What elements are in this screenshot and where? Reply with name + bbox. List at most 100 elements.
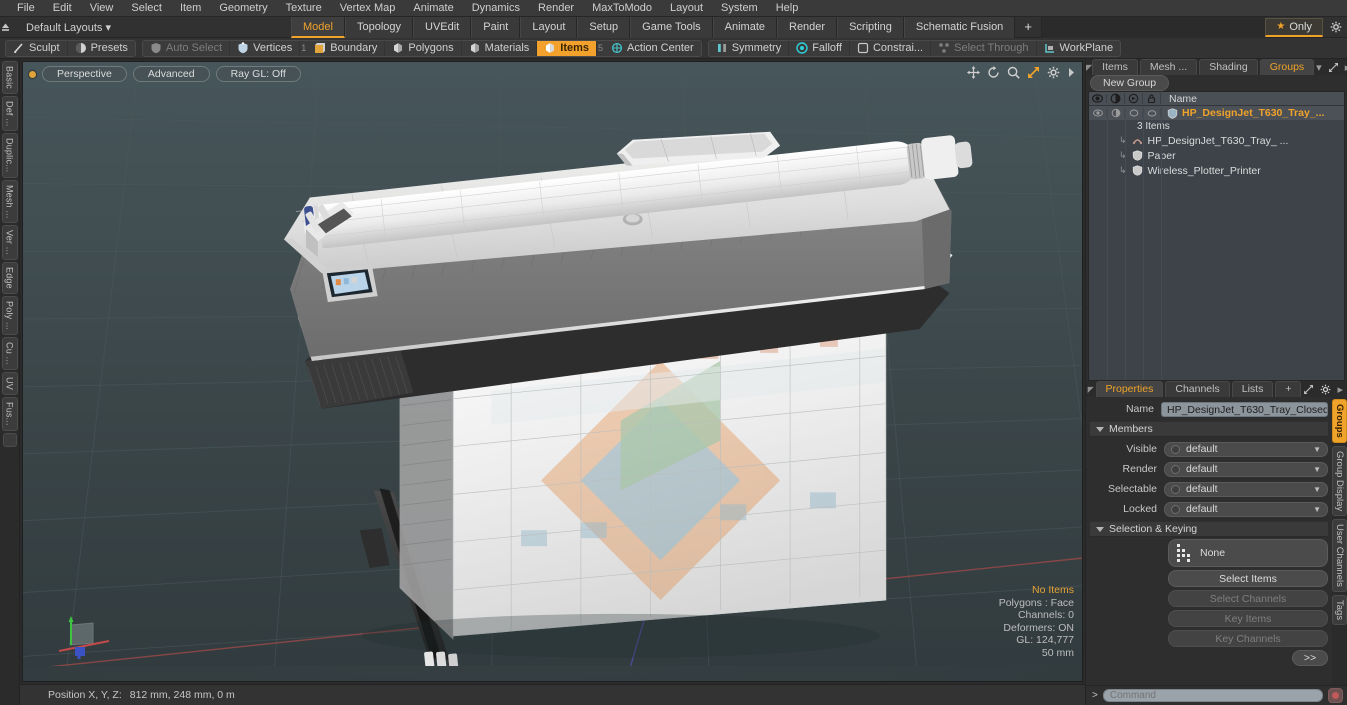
move-icon[interactable] xyxy=(967,66,980,79)
layout-tab-render[interactable]: Render xyxy=(777,16,838,38)
zoom-icon[interactable] xyxy=(1007,66,1020,79)
action-center-button[interactable]: Action Center xyxy=(604,41,701,56)
left-tab-basic[interactable]: Basic xyxy=(1,61,18,95)
render-dropdown[interactable]: default ▼ xyxy=(1164,461,1328,477)
boundary-button[interactable]: Boundary xyxy=(307,40,386,56)
tab-items[interactable]: Items xyxy=(1092,59,1138,75)
tab-properties[interactable]: Properties xyxy=(1095,381,1164,397)
render-icon[interactable] xyxy=(1107,93,1125,104)
layout-tab-game-tools[interactable]: Game Tools xyxy=(630,16,713,38)
fit-icon[interactable] xyxy=(1027,66,1040,79)
left-tab-vertex[interactable]: Ver ... xyxy=(1,225,18,261)
side-tab-tags[interactable]: Tags xyxy=(1332,594,1347,625)
tree-child-row-1[interactable]: ↳ Paper xyxy=(1089,148,1344,163)
selectable-checkbox[interactable] xyxy=(1171,484,1180,494)
add-layout-tab-button[interactable]: + xyxy=(1015,17,1041,38)
raygl-toggle[interactable]: Ray GL: Off xyxy=(215,66,301,82)
command-input[interactable] xyxy=(1102,689,1323,702)
auto-select-button[interactable]: Auto Select xyxy=(143,40,231,56)
menu-animate[interactable]: Animate xyxy=(404,0,462,17)
layout-tab-setup[interactable]: Setup xyxy=(577,16,631,38)
tree-child-row-2[interactable]: ↳ Wireless_Plotter_Printer xyxy=(1089,163,1344,178)
name-field[interactable]: HP_DesignJet_T630_Tray_Closed xyxy=(1160,401,1328,417)
row-render-icon[interactable] xyxy=(1107,108,1125,118)
side-tab-user-channels[interactable]: User Channels xyxy=(1332,518,1347,592)
menu-texture[interactable]: Texture xyxy=(277,0,331,17)
layout-tab-schematic-fusion[interactable]: Schematic Fusion xyxy=(903,16,1016,38)
side-tab-groups[interactable]: Groups xyxy=(1332,399,1347,443)
render-checkbox[interactable] xyxy=(1171,464,1180,474)
more-button[interactable]: >> xyxy=(1292,650,1328,666)
gear-icon[interactable] xyxy=(1047,66,1060,79)
arrow-icon[interactable] xyxy=(1067,66,1076,79)
menu-item[interactable]: Item xyxy=(171,0,210,17)
menu-edit[interactable]: Edit xyxy=(44,0,81,17)
expand-icon[interactable] xyxy=(1328,62,1339,73)
symmetry-button[interactable]: Symmetry xyxy=(709,40,790,56)
new-group-button[interactable]: New Group xyxy=(1090,75,1170,91)
lock-icon[interactable] xyxy=(1143,93,1161,104)
layout-tab-model[interactable]: Model xyxy=(291,16,345,38)
workplane-button[interactable]: WorkPlane xyxy=(1037,41,1121,56)
layout-tab-paint[interactable]: Paint xyxy=(471,16,521,38)
row-lock-icon[interactable] xyxy=(1143,108,1161,118)
side-tab-group-display[interactable]: Group Display xyxy=(1332,445,1347,516)
row-selectable-icon[interactable] xyxy=(1125,108,1143,118)
items-button[interactable]: Items xyxy=(537,40,598,56)
menu-file[interactable]: File xyxy=(8,0,44,17)
select-items-button[interactable]: Select Items xyxy=(1168,570,1328,587)
menu-view[interactable]: View xyxy=(81,0,123,17)
record-icon[interactable] xyxy=(1328,688,1343,703)
selectable-dropdown[interactable]: default ▼ xyxy=(1164,481,1328,497)
menu-select[interactable]: Select xyxy=(122,0,171,17)
shading-mode-selector[interactable]: Advanced xyxy=(132,66,210,82)
rotate-icon[interactable] xyxy=(987,66,1000,79)
left-tab-fusion[interactable]: Fus... xyxy=(1,396,18,431)
chevron-down-icon[interactable]: ▾ xyxy=(1316,61,1322,74)
members-section-header[interactable]: Members xyxy=(1090,421,1328,437)
tab-channels[interactable]: Channels xyxy=(1165,381,1230,397)
menu-vertex-map[interactable]: Vertex Map xyxy=(331,0,405,17)
menu-render[interactable]: Render xyxy=(529,0,583,17)
left-tab-deform[interactable]: Def ... xyxy=(1,96,18,132)
left-tab-curve[interactable]: Cu ... xyxy=(1,337,18,370)
tab-mesh[interactable]: Mesh ... xyxy=(1139,59,1198,75)
menu-layout[interactable]: Layout xyxy=(661,0,712,17)
none-selector-button[interactable]: None xyxy=(1168,539,1328,567)
tab-lists[interactable]: Lists xyxy=(1231,381,1274,397)
visible-checkbox[interactable] xyxy=(1171,444,1180,454)
tab-groups[interactable]: Groups xyxy=(1259,59,1315,75)
tab-add-properties[interactable]: + xyxy=(1275,381,1302,397)
perspective-viewport[interactable]: Perspective Advanced Ray GL: Off No Item… xyxy=(22,61,1083,682)
left-tab-extra[interactable] xyxy=(2,432,17,447)
layout-tab-uvedit[interactable]: UVEdit xyxy=(413,16,472,38)
constraint-button[interactable]: Constrai... xyxy=(850,40,932,56)
eye-icon[interactable] xyxy=(1089,94,1107,103)
view-mode-selector[interactable]: Perspective xyxy=(42,66,127,82)
menu-maxtomodo[interactable]: MaxToModo xyxy=(583,0,661,17)
select-through-button[interactable]: Select Through xyxy=(931,40,1037,56)
menu-system[interactable]: System xyxy=(712,0,767,17)
left-tab-uv[interactable]: UV xyxy=(1,371,18,395)
selectable-icon[interactable] xyxy=(1125,93,1143,104)
gear-icon[interactable] xyxy=(1320,384,1331,395)
layout-tab-layout[interactable]: Layout xyxy=(520,16,578,38)
tree-row-root-group[interactable]: HP_DesignJet_T630_Tray_... xyxy=(1089,106,1344,120)
only-toggle-button[interactable]: ★ Only xyxy=(1265,17,1323,37)
properties-corner-icon[interactable]: ◤ xyxy=(1086,381,1096,397)
locked-checkbox[interactable] xyxy=(1171,504,1180,514)
menu-geometry[interactable]: Geometry xyxy=(210,0,276,17)
tree-root-row-content[interactable]: HP_DesignJet_T630_Tray_... xyxy=(1161,107,1344,119)
layout-tab-animate[interactable]: Animate xyxy=(712,16,777,38)
default-layouts-selector[interactable]: Default Layouts ▾ xyxy=(22,21,121,34)
menu-dynamics[interactable]: Dynamics xyxy=(463,0,529,17)
row-eye-icon[interactable] xyxy=(1089,109,1107,117)
left-tab-polygon[interactable]: Poly ... xyxy=(1,296,18,336)
locked-dropdown[interactable]: default ▼ xyxy=(1164,501,1328,517)
layout-lock-icon[interactable] xyxy=(0,22,22,33)
presets-button[interactable]: Presets xyxy=(68,41,135,56)
expand-icon[interactable] xyxy=(1303,384,1314,395)
polygons-button[interactable]: Polygons xyxy=(385,40,462,56)
layout-tab-topology[interactable]: Topology xyxy=(344,16,414,38)
layout-settings-gear-icon[interactable] xyxy=(1325,17,1347,38)
